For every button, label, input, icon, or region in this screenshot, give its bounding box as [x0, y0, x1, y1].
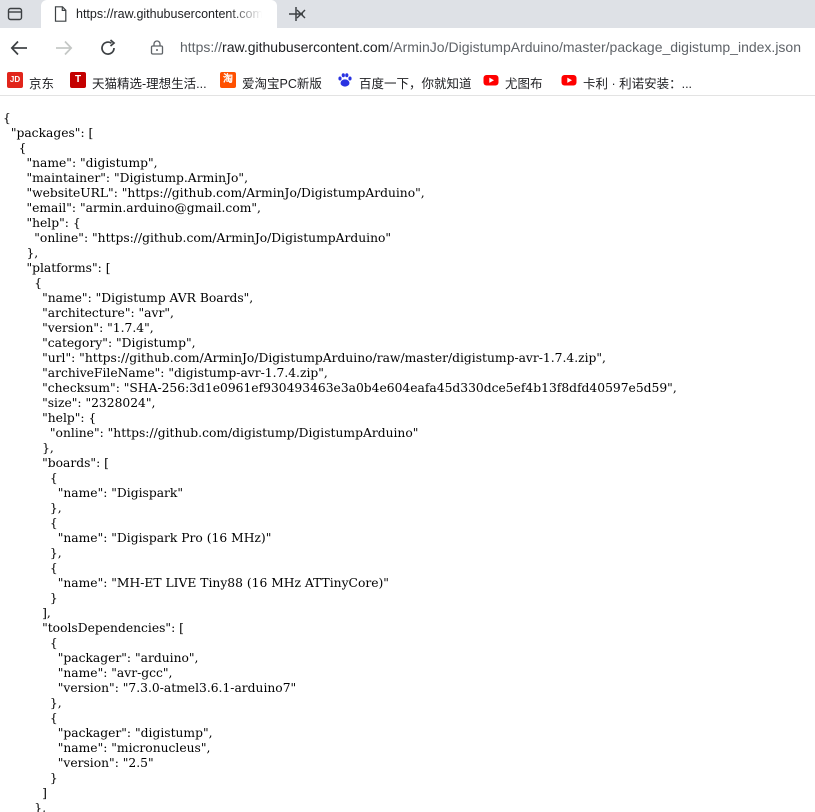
page-content: { "packages": [ { "name": "digistump", "…	[0, 96, 815, 812]
json-line: ]	[42, 786, 47, 800]
forward-arrow-icon[interactable]	[54, 38, 74, 58]
json-line: "online": "https://github.com/digistump/…	[49, 426, 419, 440]
json-line: },	[49, 501, 62, 515]
json-line: }	[49, 591, 58, 605]
json-line: "name": "MH-ET LIVE Tiny88 (16 MHz ATTin…	[57, 576, 389, 590]
bookmark-label: 京东	[29, 77, 55, 91]
url-path: /ArminJo/DigistumpArduino/master/package…	[389, 39, 802, 55]
json-line: "name": "Digistump AVR Boards",	[42, 291, 254, 305]
json-line: "maintainer": "Digistump.ArminJo",	[26, 171, 248, 185]
json-line: {	[34, 276, 43, 290]
json-line: "platforms": [	[26, 261, 111, 275]
json-line: }	[49, 771, 58, 785]
json-line: },	[34, 801, 47, 812]
bookmark-label: 尤图布	[505, 77, 543, 91]
bookmark-label: 卡利 · 利诺安装：...	[583, 77, 693, 91]
json-line: "name": "micronucleus",	[57, 741, 211, 755]
json-line: "help": {	[26, 216, 81, 230]
window-menu-icon[interactable]	[7, 6, 23, 22]
youtube-icon	[561, 75, 577, 86]
youtube-icon	[483, 75, 499, 86]
json-line: "version": "2.5"	[57, 756, 154, 770]
json-line: },	[42, 441, 54, 455]
json-line: "help": {	[42, 411, 97, 425]
json-line: },	[49, 546, 62, 560]
json-line: {	[3, 111, 11, 125]
json-line: "version": "1.7.4",	[42, 321, 154, 335]
lock-icon[interactable]	[150, 39, 164, 55]
json-line: "name": "avr-gcc",	[57, 666, 173, 680]
tmall-logo-icon: T	[70, 72, 86, 88]
json-line: "packages": [	[10, 126, 94, 140]
address-toolbar: https://raw.githubusercontent.com/ArminJ…	[0, 28, 815, 66]
json-line: "url": "https://github.com/ArminJo/Digis…	[42, 351, 606, 365]
json-line: "packager": "arduino",	[57, 651, 199, 665]
reload-icon[interactable]	[98, 38, 118, 58]
json-line: "email": "armin.arduino@gmail.com",	[26, 201, 261, 215]
json-line: },	[26, 246, 39, 260]
document-icon	[54, 6, 67, 22]
address-bar[interactable]: https://raw.githubusercontent.com/ArminJ…	[180, 39, 801, 55]
json-text[interactable]: { "packages": [ { "name": "digistump", "…	[3, 111, 677, 812]
json-line: "category": "Digistump",	[42, 336, 196, 350]
url-host: raw.githubusercontent.com	[222, 39, 390, 55]
active-tab[interactable]: https://raw.githubusercontent.com/ArminJ…	[41, 0, 306, 28]
bookmark-label: 天猫精选-理想生活...	[92, 77, 207, 91]
taobao-logo-icon: 淘	[220, 72, 236, 88]
json-line: "name": "Digispark Pro (16 MHz)"	[57, 531, 272, 545]
json-line: {	[49, 471, 58, 485]
bookmark-label: 爱淘宝PC新版	[242, 77, 322, 91]
json-line: {	[49, 561, 58, 575]
json-line: "size": "2328024",	[42, 396, 156, 410]
json-line: "packager": "digistump",	[57, 726, 213, 740]
json-line: {	[49, 636, 58, 650]
json-line: "architecture": "avr",	[42, 306, 174, 320]
json-line: "websiteURL": "https://github.com/ArminJ…	[26, 186, 425, 200]
json-line: "version": "7.3.0-atmel3.6.1-arduino7"	[57, 681, 297, 695]
bookmark-label: 百度一下，你就知道	[359, 77, 472, 91]
json-line: "online": "https://github.com/ArminJo/Di…	[34, 231, 392, 245]
json-line: {	[49, 711, 58, 725]
url-scheme: https://	[180, 39, 223, 55]
json-line: "name": "digistump",	[26, 156, 158, 170]
back-arrow-icon[interactable]	[9, 38, 29, 58]
baidu-paw-icon	[338, 73, 352, 87]
jd-logo-icon: JD	[7, 72, 23, 88]
json-line: "name": "Digispark"	[57, 486, 184, 500]
json-line: "toolsDependencies": [	[42, 621, 184, 635]
json-line: },	[49, 696, 62, 710]
json-line: {	[18, 141, 27, 155]
tab-strip: https://raw.githubusercontent.com/ArminJ…	[0, 0, 815, 28]
json-line: ],	[42, 606, 51, 620]
json-line: "archiveFileName": "digistump-avr-1.7.4.…	[42, 366, 328, 380]
json-line: {	[49, 516, 58, 530]
new-tab-icon[interactable]	[287, 5, 305, 23]
json-line: "checksum": "SHA-256:3d1e0961ef930493463…	[42, 381, 677, 395]
tab-title: https://raw.githubusercontent.com/ArminJ…	[76, 7, 262, 21]
bookmarks-bar: JD 京东 T 天猫精选-理想生活... 淘 爱淘宝PC新版 百度一下，你就知道…	[0, 66, 815, 96]
json-line: "boards": [	[42, 456, 109, 470]
